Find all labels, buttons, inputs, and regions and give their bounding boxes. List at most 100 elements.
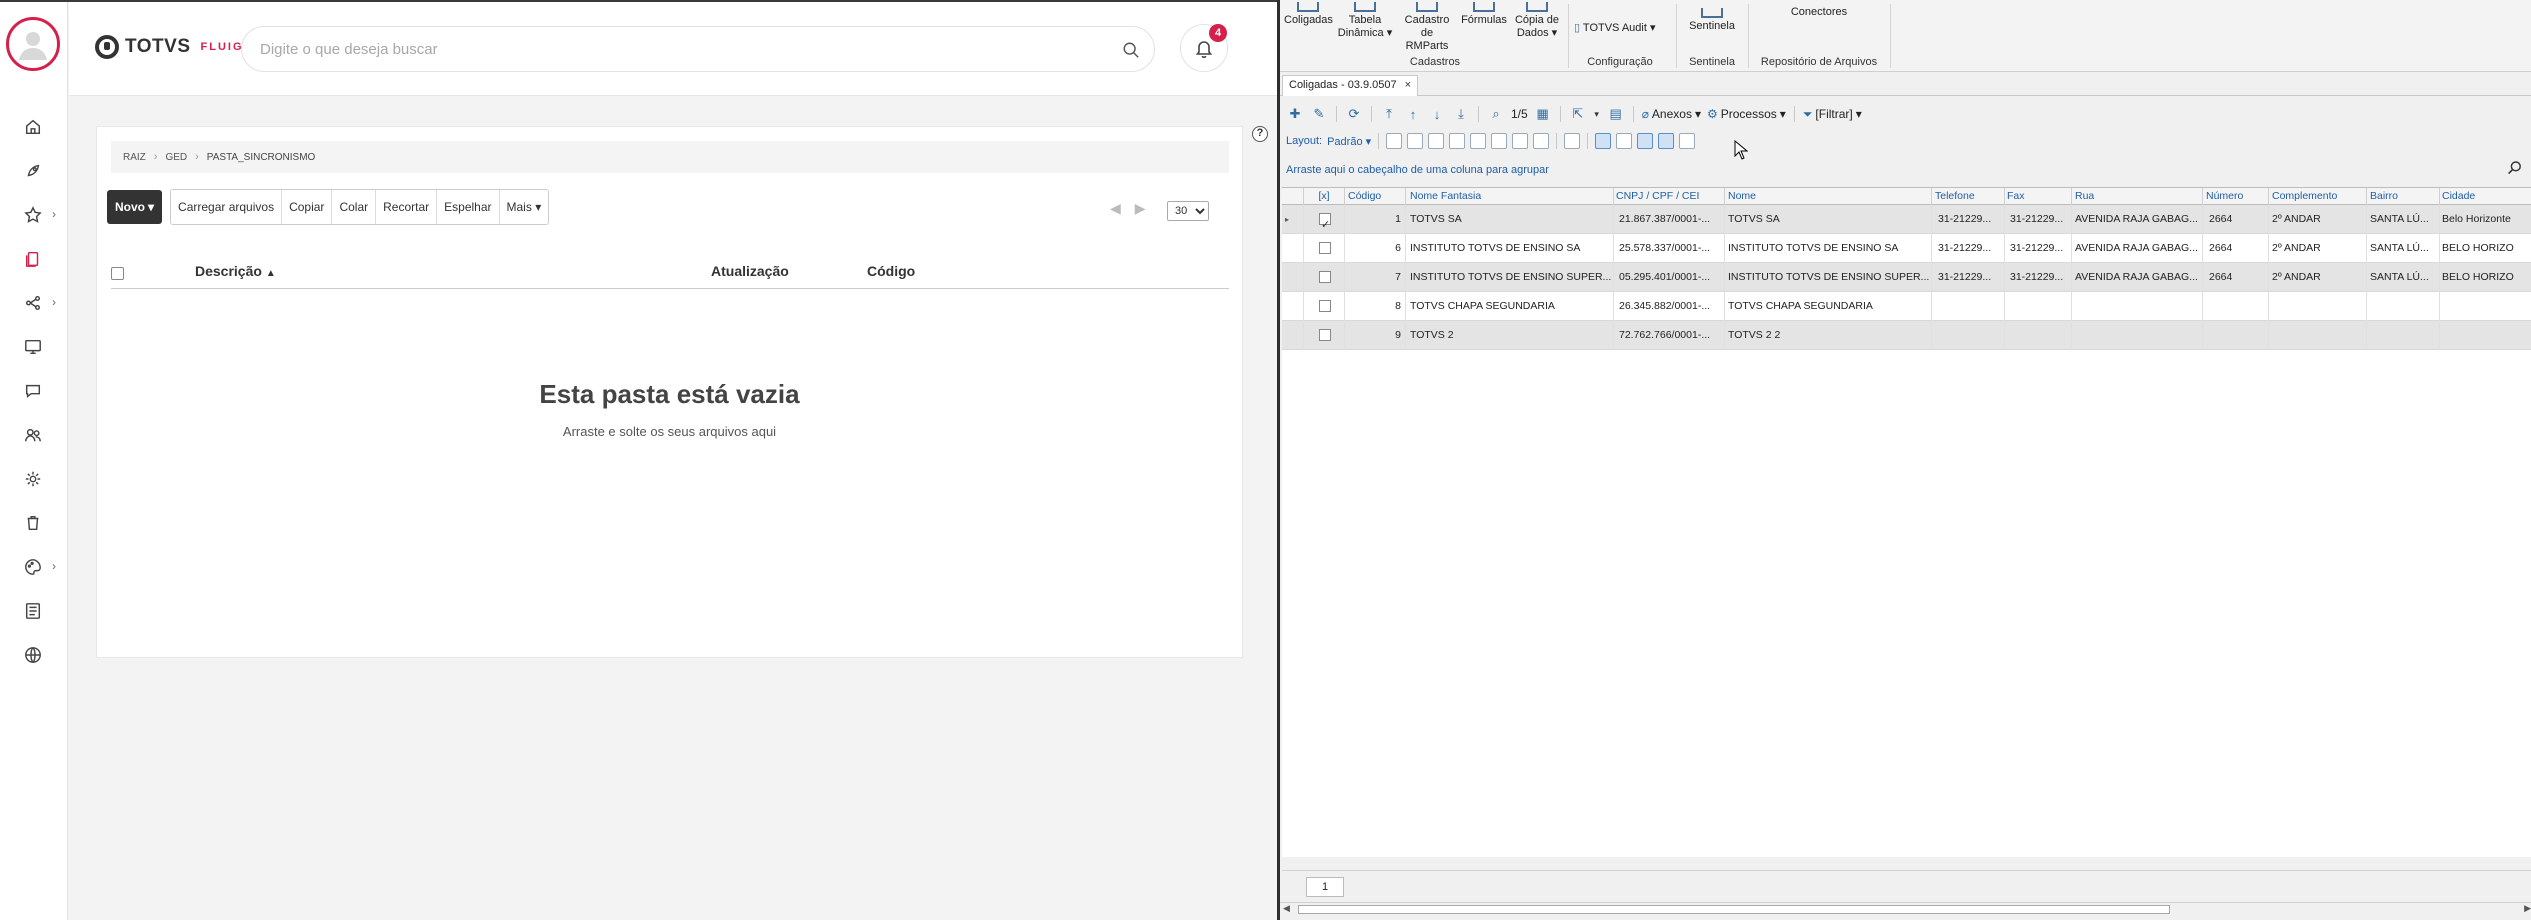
column-header-codigo[interactable]: Código	[1345, 188, 1406, 205]
upload-files-button[interactable]: Carregar arquivos	[171, 190, 283, 224]
column-description[interactable]: Descrição ▲	[195, 263, 276, 279]
rmparts-button[interactable]: Cadastro de RMParts	[1398, 2, 1456, 53]
paste-button[interactable]: Colar	[332, 190, 377, 224]
column-header-bairro[interactable]: Bairro	[2367, 188, 2440, 205]
next-record-icon[interactable]: ↓	[1428, 105, 1446, 123]
people-icon[interactable]	[22, 424, 44, 446]
chevron-right-icon[interactable]: ›	[52, 295, 56, 309]
chat-icon[interactable]	[22, 380, 44, 402]
table-row[interactable]: 7 INSTITUTO TOTVS DE ENSINO SUPER... 05.29…	[1282, 263, 2531, 292]
list-icon[interactable]	[22, 600, 44, 622]
view-mode-icon[interactable]	[1595, 133, 1612, 149]
view-mode-icon[interactable]	[1616, 133, 1633, 149]
layout-tool-icon[interactable]	[1407, 133, 1424, 149]
table-row[interactable]: 9 TOTVS 2 72.762.766/0001-... TOTVS 2 2	[1282, 321, 2531, 350]
help-button[interactable]: ?	[1252, 126, 1268, 142]
per-page-select[interactable]: 30	[1167, 201, 1209, 221]
pivot-table-button[interactable]: Tabela Dinâmica ▾	[1336, 2, 1394, 40]
previous-record-icon[interactable]: ↑	[1404, 105, 1422, 123]
copy-button[interactable]: Copiar	[282, 190, 333, 224]
filter-menu[interactable]: ⏷ [Filtrar] ▾	[1803, 107, 1862, 122]
view-mode-icon[interactable]	[1658, 133, 1675, 149]
column-header-telefone[interactable]: Telefone	[1932, 188, 2005, 205]
row-checkbox[interactable]	[1319, 211, 1331, 234]
column-updated[interactable]: Atualização	[711, 263, 789, 279]
breadcrumb-item-ged[interactable]: GED	[165, 152, 187, 163]
columns-icon[interactable]: ▦	[1534, 105, 1552, 123]
palette-icon[interactable]	[22, 556, 44, 578]
chevron-right-icon[interactable]: ›	[52, 559, 56, 573]
formulas-button[interactable]: Fórmulas	[1460, 2, 1508, 27]
row-checkbox[interactable]	[1319, 300, 1331, 312]
column-header-select[interactable]: [x]	[1304, 188, 1345, 205]
mirror-button[interactable]: Espelhar	[437, 190, 500, 224]
layout-tool-icon[interactable]	[1449, 133, 1466, 149]
column-header-complemento[interactable]: Complemento	[2269, 188, 2367, 205]
totvs-audit-button[interactable]: ▯ TOTVS Audit ▾	[1574, 22, 1670, 35]
table-row[interactable]: 6 INSTITUTO TOTVS DE ENSINO SA 25.578.337/…	[1282, 234, 2531, 263]
table-row[interactable]: ▸1TOTVS SA21.867.387/0001-...TOTVS SA31-…	[1282, 205, 2531, 234]
view-mode-icon[interactable]	[1679, 133, 1696, 149]
sentinela-button[interactable]: Sentinela	[1682, 8, 1742, 33]
pin-icon[interactable]	[1512, 133, 1529, 149]
scroll-thumb[interactable]	[1298, 905, 2170, 914]
documents-icon[interactable]	[22, 248, 44, 270]
new-button[interactable]: Novo ▾	[107, 190, 163, 224]
trash-icon[interactable]	[22, 512, 44, 534]
layout-tool-icon[interactable]	[1428, 133, 1445, 149]
attachments-menu[interactable]: ⌀ Anexos ▾	[1642, 107, 1701, 121]
page-number-box[interactable]: 1	[1306, 877, 1344, 897]
table-row[interactable]: 8 TOTVS CHAPA SEGUNDARIA 26.345.882/0001-.…	[1282, 292, 2531, 321]
scroll-right-icon[interactable]: ▶	[2524, 903, 2531, 914]
column-header-numero[interactable]: Número	[2203, 188, 2269, 205]
row-checkbox[interactable]	[1319, 242, 1331, 254]
search-icon[interactable]: ⌕	[1487, 105, 1505, 123]
search-input[interactable]	[260, 27, 1100, 71]
column-header-rua[interactable]: Rua	[2072, 188, 2203, 205]
monitor-icon[interactable]	[22, 336, 44, 358]
select-all-checkbox[interactable]	[111, 267, 124, 280]
first-record-icon[interactable]: ⤒	[1380, 105, 1398, 123]
layout-tool-icon[interactable]	[1386, 133, 1403, 149]
last-record-icon[interactable]: ⤓	[1452, 105, 1470, 123]
column-header-cidade[interactable]: Cidade	[2439, 188, 2531, 205]
rocket-icon[interactable]	[22, 160, 44, 182]
layout-tool-icon[interactable]	[1491, 133, 1508, 149]
layout-tool-icon[interactable]	[1470, 133, 1487, 149]
home-icon[interactable]	[22, 116, 44, 138]
add-icon[interactable]: ✚	[1286, 105, 1304, 123]
row-checkbox[interactable]	[1319, 271, 1331, 283]
workflow-icon[interactable]	[22, 292, 44, 314]
horizontal-scrollbar[interactable]: ◀ ▶	[1280, 902, 2531, 916]
view-mode-icon[interactable]	[1637, 133, 1654, 149]
column-header-nome-fantasia[interactable]: Nome Fantasia	[1407, 188, 1614, 205]
breadcrumb-item-raiz[interactable]: RAIZ	[123, 152, 146, 163]
close-icon[interactable]: ×	[1405, 76, 1411, 96]
avatar[interactable]	[6, 17, 60, 71]
globe-icon[interactable]	[22, 644, 44, 666]
edit-icon[interactable]: ✎	[1310, 105, 1328, 123]
tab-coligadas[interactable]: Coligadas - 03.9.0507 ×	[1282, 75, 1419, 96]
chevron-right-icon[interactable]: ›	[52, 207, 56, 221]
data-copy-button[interactable]: Cópia de Dados ▾	[1512, 2, 1562, 40]
coligadas-button[interactable]: Coligadas	[1284, 2, 1333, 27]
search-icon[interactable]	[1122, 41, 1140, 59]
column-header-cnpj[interactable]: CNPJ / CPF / CEI	[1613, 188, 1725, 205]
export-icon[interactable]: ⇱	[1569, 105, 1587, 123]
star-icon[interactable]	[22, 204, 44, 226]
column-header-nome[interactable]: Nome	[1725, 188, 1932, 205]
color-icon[interactable]	[1533, 133, 1550, 149]
gear-icon[interactable]	[22, 468, 44, 490]
report-icon[interactable]: ▤	[1607, 105, 1625, 123]
caret-down-icon[interactable]: ▾	[1593, 105, 1601, 123]
row-checkbox[interactable]	[1319, 329, 1331, 341]
group-by-hint[interactable]: Arraste aqui o cabeçalho de uma coluna p…	[1286, 164, 1549, 176]
cut-button[interactable]: Recortar	[376, 190, 438, 224]
prev-page-icon[interactable]: ◀	[1110, 200, 1121, 217]
search-icon[interactable]	[2507, 160, 2523, 176]
scroll-left-icon[interactable]: ◀	[1283, 903, 1290, 914]
column-code[interactable]: Código	[867, 263, 915, 279]
conectores-button[interactable]: Conectores	[1754, 6, 1884, 19]
chart-icon[interactable]	[1564, 133, 1581, 149]
next-page-icon[interactable]: ▶	[1135, 200, 1146, 217]
